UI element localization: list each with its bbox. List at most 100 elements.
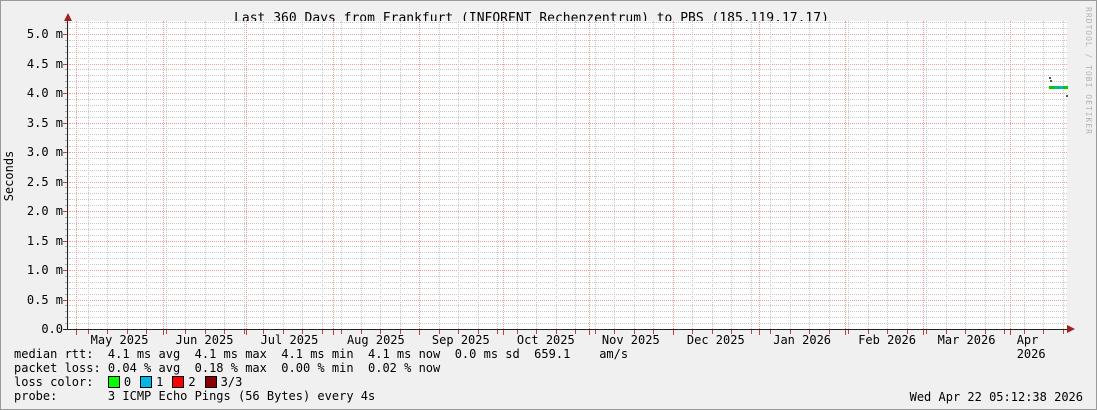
x-axis-tick	[1004, 330, 1005, 334]
x-axis-tick	[497, 330, 498, 334]
x-axis-tick	[614, 330, 615, 334]
x-axis-tick	[341, 330, 342, 334]
x-axis-tick	[653, 330, 654, 334]
x-tick-label: Nov 2025	[602, 333, 660, 347]
y-tick-label: 0.5 m	[1, 293, 63, 307]
x-axis-tick	[848, 330, 849, 334]
x-axis-tick	[595, 330, 596, 334]
x-axis-tick	[166, 330, 167, 334]
x-axis-tick	[419, 330, 420, 334]
x-axis-tick	[887, 330, 888, 334]
loss-color-swatch	[108, 376, 120, 388]
x-axis-line	[63, 329, 1068, 330]
x-axis-tick	[790, 330, 791, 334]
x-axis-tick	[185, 330, 186, 334]
x-axis-tick	[88, 330, 89, 334]
x-axis-tick	[692, 330, 693, 334]
x-axis-tick	[536, 330, 537, 334]
packet-loss-stats: packet loss: 0.04 % avg 0.18 % max 0.00 …	[14, 361, 628, 375]
x-tick-label: Feb 2026	[858, 333, 916, 347]
y-tick-label: 1.5 m	[1, 234, 63, 248]
x-axis-tick-major	[76, 330, 77, 335]
x-axis-tick	[868, 330, 869, 334]
x-axis-tick-major	[333, 330, 334, 335]
x-tick-label: Apr 2026	[1017, 333, 1070, 361]
probe-value: 3 ICMP Echo Pings (56 Bytes) every 4s	[108, 389, 375, 403]
x-tick-label: Sep 2025	[432, 333, 490, 347]
y-tick-label: 3.5 m	[1, 116, 63, 130]
x-axis-tick-major	[419, 330, 420, 335]
x-axis-tick	[146, 330, 147, 334]
x-axis-tick	[224, 330, 225, 334]
y-tick-label: 4.5 m	[1, 57, 63, 71]
x-axis-tick	[751, 330, 752, 334]
x-axis-tick	[985, 330, 986, 334]
x-axis-tick-major	[673, 330, 674, 335]
x-tick-label: Dec 2025	[687, 333, 745, 347]
x-axis-tick	[712, 330, 713, 334]
x-axis-tick	[770, 330, 771, 334]
y-axis-label: Seconds	[2, 148, 16, 204]
x-axis-tick-major	[759, 330, 760, 335]
x-axis-tick	[1043, 330, 1044, 334]
y-axis-arrow-icon	[64, 13, 72, 21]
x-axis-tick	[634, 330, 635, 334]
x-axis-tick	[946, 330, 947, 334]
x-tick-label: Oct 2025	[517, 333, 575, 347]
x-axis-tick	[673, 330, 674, 334]
y-axis-line	[67, 19, 68, 329]
x-axis-tick	[127, 330, 128, 334]
x-axis-tick	[439, 330, 440, 334]
x-axis-tick	[1063, 330, 1064, 334]
x-tick-label: Jan 2026	[773, 333, 831, 347]
plot-canvas	[69, 21, 1067, 329]
median-rtt-stats: median rtt: 4.1 ms avg 4.1 ms max 4.1 ms…	[14, 347, 628, 361]
y-tick-label: 1.0 m	[1, 263, 63, 277]
y-tick-label: 2.0 m	[1, 204, 63, 218]
probe-label: probe:	[14, 389, 108, 403]
x-axis-tick	[1024, 330, 1025, 334]
loss-color-label: loss color:	[14, 375, 108, 389]
x-tick-label: Aug 2025	[347, 333, 405, 347]
loss-color-value: 0	[124, 375, 131, 389]
x-axis-tick	[926, 330, 927, 334]
x-axis-tick	[556, 330, 557, 334]
x-tick-label: May 2025	[91, 333, 149, 347]
loss-color-value: 2	[188, 375, 195, 389]
x-axis-tick-major	[163, 330, 164, 335]
x-axis-tick	[205, 330, 206, 334]
x-axis-tick	[244, 330, 245, 334]
x-axis-tick	[829, 330, 830, 334]
x-axis-tick	[575, 330, 576, 334]
x-axis-tick	[517, 330, 518, 334]
probe-row: probe: 3 ICMP Echo Pings (56 Bytes) ever…	[14, 389, 628, 403]
x-axis-tick	[361, 330, 362, 334]
y-tick-label: 5.0 m	[1, 27, 63, 41]
x-axis-tick	[965, 330, 966, 334]
loss-color-value: 3/3	[221, 375, 243, 389]
x-axis-tick	[731, 330, 732, 334]
x-axis-tick	[302, 330, 303, 334]
x-axis-arrow-icon	[1067, 325, 1075, 333]
y-tick-label: 4.0 m	[1, 86, 63, 100]
loss-color-swatch	[140, 376, 152, 388]
x-axis-tick	[809, 330, 810, 334]
loss-color-swatch	[172, 376, 184, 388]
loss-color-swatch	[205, 376, 217, 388]
rrdtool-graph: Last 360 Days from Frankfurt (INFORENT R…	[0, 0, 1097, 410]
x-axis-tick	[478, 330, 479, 334]
x-axis-tick	[380, 330, 381, 334]
y-tick-label: 0.0	[1, 322, 63, 336]
x-axis-tick-major	[845, 330, 846, 335]
x-axis-tick-major	[503, 330, 504, 335]
x-tick-label: Jun 2025	[176, 333, 234, 347]
x-axis-tick-major	[246, 330, 247, 335]
x-axis-tick	[322, 330, 323, 334]
x-axis-tick-major	[923, 330, 924, 335]
rrdtool-watermark: RRDTOOL / TOBI OETIKER	[1084, 7, 1093, 135]
loss-color-swatches: 0 1 2 3/3	[108, 375, 251, 389]
legend-block: median rtt: 4.1 ms avg 4.1 ms max 4.1 ms…	[14, 347, 628, 403]
x-axis-tick	[107, 330, 108, 334]
x-axis-tick	[263, 330, 264, 334]
loss-color-value: 1	[156, 375, 163, 389]
